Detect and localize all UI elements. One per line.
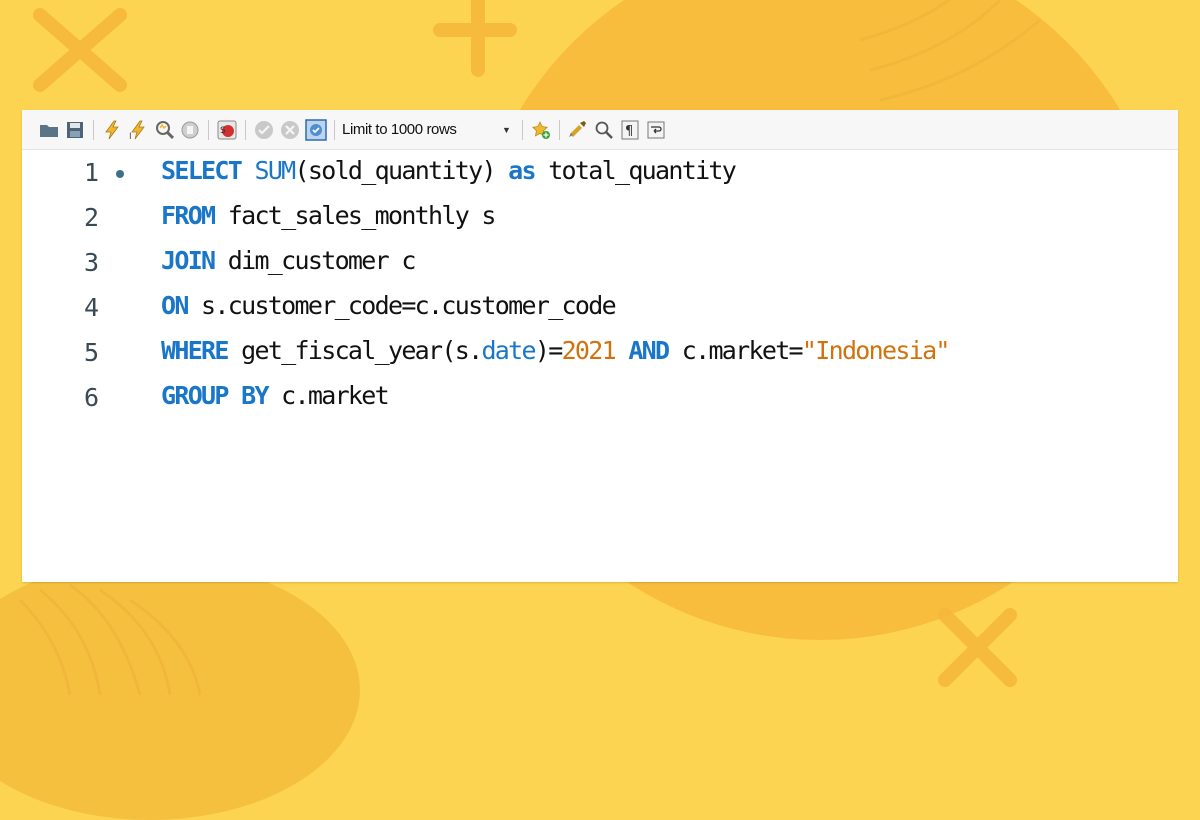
token-str: "Indonesia" — [801, 336, 951, 365]
line-number: 5 — [84, 338, 100, 367]
line-number: 1 — [84, 158, 100, 187]
code-line[interactable]: 3 JOIN dim_customer c — [22, 244, 1178, 289]
stop-icon[interactable] — [179, 119, 201, 141]
token: )= — [534, 336, 563, 365]
commit-icon[interactable] — [253, 119, 275, 141]
code-text: GROUP BY c.market — [161, 381, 390, 410]
limit-rows-label: Limit to 1000 rows — [342, 121, 457, 138]
limit-rows-select[interactable]: Limit to 1000 rows ▼ — [342, 118, 511, 142]
code-text: FROM fact_sales_monthly s — [161, 201, 497, 230]
line-number: 3 — [84, 248, 100, 277]
statement-marker-icon — [116, 170, 124, 178]
code-text: SELECT SUM(sold_quantity) as total_quant… — [161, 156, 737, 185]
token-kw: as — [508, 156, 536, 185]
wrap-lines-icon[interactable] — [645, 119, 667, 141]
token-fn: SUM — [254, 156, 296, 185]
line-number: 4 — [84, 293, 100, 322]
token-kw: SELECT — [161, 156, 243, 185]
line-number: 2 — [84, 203, 100, 232]
token: (sold_quantity) — [294, 156, 509, 185]
token-prop: date — [481, 336, 536, 365]
toolbar-separator — [208, 119, 209, 140]
autocommit-icon[interactable] — [305, 118, 327, 141]
code-text: ON s.customer_code=c.customer_code — [161, 291, 617, 320]
svg-text:S: S — [220, 126, 226, 136]
explain-icon[interactable] — [153, 119, 175, 141]
sql-editor-panel: I S Limit to 1000 rows ▼ ¶ 1 SELECT SUM(… — [22, 110, 1178, 582]
toolbar-separator — [245, 119, 246, 140]
toolbar-separator — [93, 119, 94, 140]
code-text: WHERE get_fiscal_year(s.date)=2021 AND c… — [161, 336, 951, 365]
code-line[interactable]: 5 WHERE get_fiscal_year(s.date)=2021 AND … — [22, 334, 1178, 379]
token: total_quantity — [534, 156, 737, 185]
token: dim_customer c — [214, 246, 417, 275]
execute-current-icon[interactable]: I — [127, 119, 149, 141]
token: get_fiscal_year(s. — [227, 336, 483, 365]
rollback-icon[interactable] — [279, 119, 301, 141]
chevron-down-icon[interactable]: ▼ — [502, 125, 511, 135]
code-line[interactable]: 2 FROM fact_sales_monthly s — [22, 199, 1178, 244]
token-kw: ON — [161, 291, 189, 320]
find-icon[interactable] — [593, 119, 615, 141]
invisible-chars-icon[interactable]: ¶ — [619, 119, 641, 141]
editor-toolbar: I S Limit to 1000 rows ▼ ¶ — [22, 110, 1178, 150]
toolbar-separator — [334, 119, 335, 140]
token-kw: GROUP BY — [161, 381, 270, 410]
code-text: JOIN dim_customer c — [161, 246, 417, 275]
token-kw: WHERE — [161, 336, 229, 365]
token-kw: JOIN — [161, 246, 216, 275]
token: c.market — [267, 381, 390, 410]
token: s.customer_code=c.customer_code — [187, 291, 617, 320]
open-folder-icon[interactable] — [38, 119, 60, 141]
svg-text:¶: ¶ — [625, 124, 633, 139]
code-line[interactable]: 6 GROUP BY c.market — [22, 379, 1178, 424]
add-snippet-icon[interactable] — [530, 119, 552, 141]
svg-text:I: I — [129, 132, 132, 140]
toolbar-separator — [558, 119, 560, 140]
token-kw: FROM — [161, 201, 216, 230]
toggle-error-icon[interactable]: S — [216, 119, 238, 141]
code-line[interactable]: 4 ON s.customer_code=c.customer_code — [22, 289, 1178, 334]
save-icon[interactable] — [64, 119, 86, 141]
beautify-icon[interactable] — [567, 119, 589, 141]
toolbar-separator — [521, 119, 523, 140]
code-area[interactable]: 1 SELECT SUM(sold_quantity) as total_quan… — [22, 154, 1178, 424]
token: fact_sales_monthly s — [214, 201, 497, 230]
line-number: 6 — [84, 383, 100, 412]
token-num: 2021 — [561, 336, 617, 365]
token: c.market= — [668, 336, 804, 365]
code-line[interactable]: 1 SELECT SUM(sold_quantity) as total_quan… — [22, 154, 1178, 199]
execute-icon[interactable] — [101, 119, 123, 141]
token-kw: AND — [628, 336, 670, 365]
